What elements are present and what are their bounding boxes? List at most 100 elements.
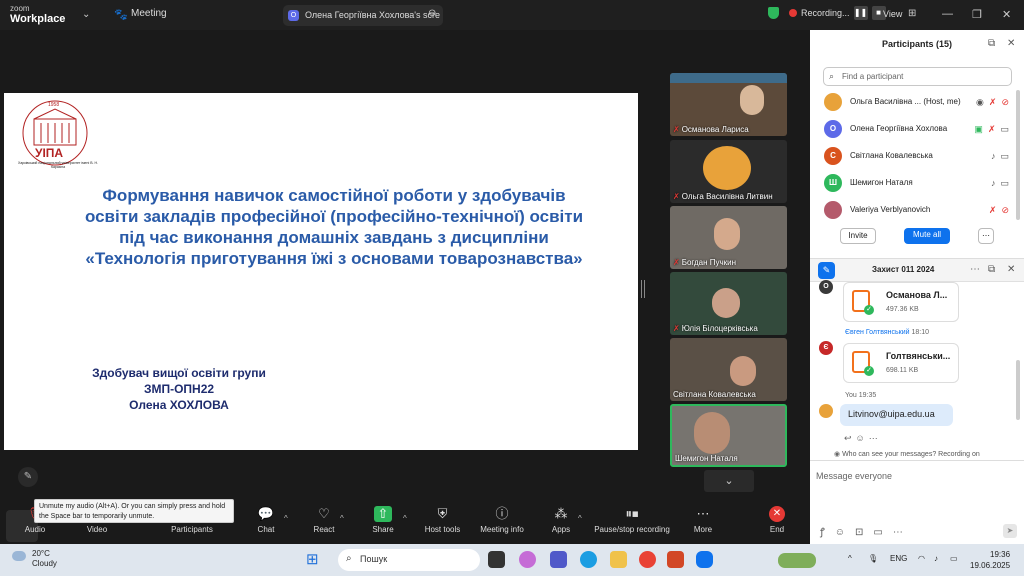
apps-icon: ⁂ xyxy=(554,506,568,521)
video-tile[interactable]: ✗ Богдан Пучкин xyxy=(670,206,787,269)
screen-share-tab[interactable]: O Олена Георгіївна Хохлова's scre xyxy=(283,5,443,26)
participant-row[interactable]: Ш Шемигон Наталя ♪▭ xyxy=(824,173,1014,193)
screen-share-icon: ▣ xyxy=(974,124,988,134)
participant-search-input[interactable]: ⌕ Find a participant xyxy=(823,67,1012,86)
microphone-icon[interactable]: 🎙 xyxy=(868,554,878,563)
chat-compose-icon[interactable]: ✎ xyxy=(818,262,835,279)
scrollbar[interactable] xyxy=(1016,90,1020,220)
send-icon[interactable]: ➤ xyxy=(1003,524,1017,538)
zoom-icon[interactable] xyxy=(696,551,713,568)
more-icon[interactable]: ⋯ xyxy=(893,527,913,538)
clock[interactable]: 19:36 19.06.2025 xyxy=(970,549,1010,571)
powerpoint-icon[interactable] xyxy=(667,551,684,568)
annotate-pencil-icon[interactable]: ✎ xyxy=(18,467,38,487)
chat-button[interactable]: 💬 Chat ^ xyxy=(246,506,288,534)
close-icon[interactable]: ✕ xyxy=(1007,264,1015,275)
video-off-icon: ⊘ xyxy=(1001,97,1014,107)
slide-title: Формування навичок самостійної роботи у … xyxy=(84,186,584,268)
meeting-info-button[interactable]: ⓘ Meeting info xyxy=(476,506,528,534)
battery-icon[interactable]: ▭ xyxy=(950,554,958,563)
message-input[interactable]: Message everyone xyxy=(816,471,892,481)
reply-icon[interactable]: ↩ xyxy=(844,433,856,443)
react-button[interactable]: ♡ React ^ xyxy=(304,506,344,534)
avatar xyxy=(824,93,842,111)
file-explorer-icon[interactable] xyxy=(610,551,627,568)
video-tile[interactable]: ✗ Ольга Василівна Литвин xyxy=(670,140,787,203)
popout-icon[interactable]: ⧉ xyxy=(988,264,995,275)
emoji-icon[interactable]: ☺ xyxy=(856,433,869,443)
chevron-up-icon[interactable]: ^ xyxy=(340,514,344,523)
host-tools-button[interactable]: ⛨ Host tools xyxy=(420,506,465,534)
language-indicator[interactable]: ENG xyxy=(890,554,907,563)
share-screen-icon: ⇧ xyxy=(374,506,392,522)
more-icon[interactable]: ⋯ xyxy=(978,228,994,244)
view-button[interactable]: View xyxy=(883,9,902,19)
camera-icon: ▭ xyxy=(1000,178,1014,188)
chat-message[interactable]: Litvinov@uipa.edu.ua xyxy=(840,404,953,426)
more-icon[interactable]: ⋯ xyxy=(869,433,882,443)
more-button[interactable]: ⋯ More xyxy=(688,506,718,534)
chevron-up-icon[interactable]: ^ xyxy=(848,554,852,563)
mute-all-button[interactable]: Mute all xyxy=(904,228,950,244)
student-info: Здобувач вищої освіти групи ЗМП-ОПН22 Ол… xyxy=(92,366,266,412)
meeting-tab[interactable]: Meeting xyxy=(131,8,167,19)
view-grid-icon[interactable]: ⊞ xyxy=(908,8,916,19)
minimize-icon[interactable]: — xyxy=(942,8,953,20)
invite-button[interactable]: Invite xyxy=(840,228,876,244)
edge-icon[interactable] xyxy=(580,551,597,568)
video-tile[interactable]: ✗ Османова Лариса xyxy=(670,73,787,136)
share-button[interactable]: ⇧ Share ^ xyxy=(363,506,407,534)
task-view-icon[interactable] xyxy=(488,551,505,568)
teams-icon[interactable] xyxy=(550,551,567,568)
participant-face xyxy=(740,85,764,115)
copilot-icon[interactable] xyxy=(519,551,536,568)
video-tile-active-speaker[interactable]: Шемигон Наталя xyxy=(670,404,787,467)
emoji-icon[interactable]: ☺ xyxy=(835,527,855,538)
participant-face xyxy=(714,218,740,250)
scrollbar[interactable] xyxy=(1016,360,1020,420)
more-options-icon[interactable]: ⊖ xyxy=(428,8,436,19)
windows-start-icon[interactable]: ⊞ xyxy=(306,550,319,568)
participant-row[interactable]: О Олена Георгіївна Хохлова ▣✗▭ xyxy=(824,119,1014,139)
avatar: Ш xyxy=(824,174,842,192)
participant-row[interactable]: Valeriya Verblyanovich ✗⊘ xyxy=(824,200,1014,220)
split-drag-handle[interactable] xyxy=(641,280,645,298)
who-can-see-link[interactable]: ◉ Who can see your messages? Recording o… xyxy=(834,450,980,458)
chrome-icon[interactable] xyxy=(639,551,656,568)
file-attachment[interactable]: ✓ Голтвянськи... 698.11 KB xyxy=(843,343,959,383)
side-panel: Participants (15) ⧉ ✕ ⌕ Find a participa… xyxy=(810,30,1024,544)
pause-stop-recording-button[interactable]: ⏸⏹ Pause/stop recording xyxy=(590,506,674,534)
chevron-up-icon[interactable]: ^ xyxy=(403,514,407,523)
video-tile[interactable]: Світлана Ковалевська xyxy=(670,338,787,401)
video-tile[interactable]: ✗ Юлія Білоцерківська xyxy=(670,272,787,335)
format-icon[interactable]: ꝭ xyxy=(820,527,835,538)
participant-row[interactable]: С Світлана Ковалевська ♪▭ xyxy=(824,146,1014,166)
chevron-down-icon[interactable]: ⌄ xyxy=(704,470,754,492)
apps-button[interactable]: ⁂ Apps ^ xyxy=(544,506,582,534)
participant-row[interactable]: Ольга Василівна ... (Host, me) ◉✗⊘ xyxy=(824,92,1014,112)
weather-widget[interactable]: 20°C Cloudy xyxy=(12,549,57,569)
cloud-icon xyxy=(12,551,26,561)
pause-recording-icon[interactable]: ❚❚ xyxy=(853,6,868,20)
close-icon[interactable]: ✕ xyxy=(1007,38,1015,49)
screenshot-icon[interactable]: ⊡ xyxy=(855,527,873,538)
taskbar-search[interactable]: ⌕ Пошук xyxy=(338,549,816,571)
popout-icon[interactable]: ⧉ xyxy=(988,38,995,49)
record-dot-icon xyxy=(789,9,797,17)
chevron-up-icon[interactable]: ^ xyxy=(284,514,288,523)
volume-icon[interactable]: ♪ xyxy=(934,554,938,563)
close-icon[interactable]: ✕ xyxy=(1002,8,1011,21)
avatar xyxy=(819,404,833,418)
avatar xyxy=(824,201,842,219)
muted-mic-icon: ✗ xyxy=(987,124,1001,134)
file-attachment[interactable]: ✓ Османова Л... 497.36 KB xyxy=(843,282,959,322)
end-button[interactable]: ✕ End xyxy=(762,506,792,534)
chevron-up-icon[interactable]: ^ xyxy=(578,514,582,523)
wifi-icon[interactable]: ◠ xyxy=(918,554,925,563)
more-icon[interactable]: ⋯ xyxy=(970,264,980,275)
file-icon[interactable]: ▭ xyxy=(873,527,892,538)
paw-icon: 🐾 xyxy=(114,9,128,21)
chevron-down-icon[interactable]: ⌄ xyxy=(82,9,90,20)
restore-icon[interactable]: ❐ xyxy=(972,8,982,21)
heart-icon: ♡ xyxy=(318,506,330,521)
